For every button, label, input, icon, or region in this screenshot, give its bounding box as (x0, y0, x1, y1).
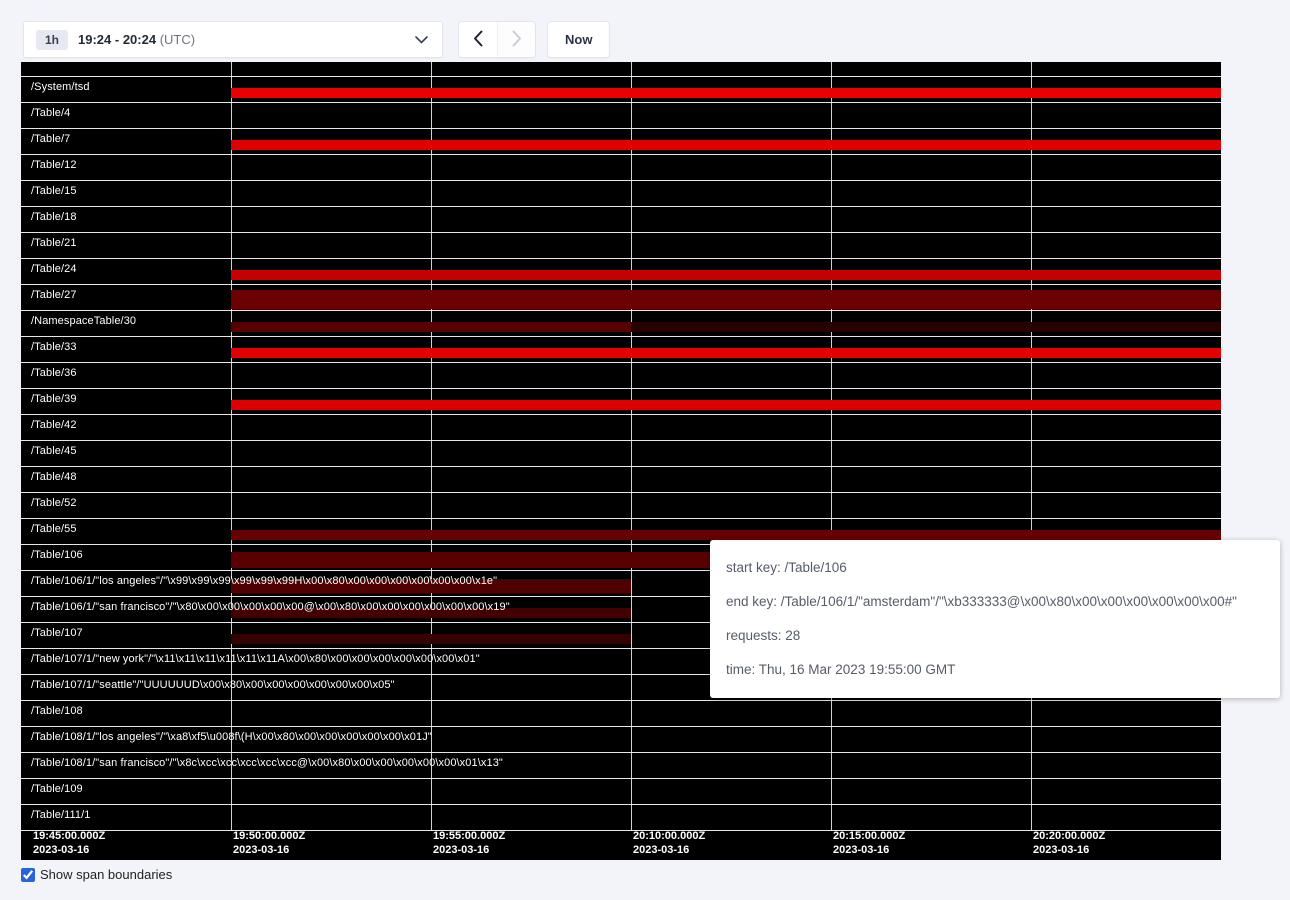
heat-band[interactable] (231, 140, 1221, 150)
chevron-right-icon (512, 30, 522, 50)
span-row[interactable]: /Table/42 (21, 414, 1221, 440)
span-boundary-label: /System/tsd (31, 81, 90, 93)
span-row[interactable]: /Table/45 (21, 440, 1221, 466)
span-boundary-label: /Table/21 (31, 237, 77, 249)
span-boundary-label: /Table/108 (31, 705, 83, 717)
span-boundary-label: /Table/7 (31, 133, 70, 145)
chevron-down-icon (415, 36, 428, 44)
now-button[interactable]: Now (547, 21, 610, 58)
heatmap-canvas[interactable]: /System/tsd/Table/4/Table/7/Table/12/Tab… (21, 62, 1221, 860)
span-row[interactable]: /Table/48 (21, 466, 1221, 492)
span-boundary-label: /Table/109 (31, 783, 83, 795)
heat-band[interactable] (231, 322, 631, 332)
next-time-button[interactable] (497, 22, 535, 57)
span-boundary-label: /Table/107/1/"new york"/"\x11\x11\x11\x1… (31, 653, 480, 665)
span-boundary-label: /Table/106/1/"los angeles"/"\x99\x99\x99… (31, 575, 497, 587)
span-row[interactable]: /Table/52 (21, 492, 1221, 518)
tooltip-start-key: start key: /Table/106 (726, 551, 1264, 585)
show-span-boundaries-control[interactable]: Show span boundaries (21, 867, 172, 882)
span-boundary-label: /Table/18 (31, 211, 77, 223)
timezone-label: (UTC) (160, 32, 195, 47)
tooltip-requests: requests: 28 (726, 619, 1264, 653)
span-row[interactable]: /Table/36 (21, 362, 1221, 388)
span-boundary-label: /Table/4 (31, 107, 70, 119)
span-boundary-label: /Table/106/1/"san francisco"/"\x80\x00\x… (31, 601, 510, 613)
span-row[interactable]: /Table/111/1 (21, 804, 1221, 830)
span-boundary-label: /NamespaceTable/30 (31, 315, 136, 327)
span-row[interactable]: /Table/39 (21, 388, 1221, 414)
span-boundary-label: /Table/36 (31, 367, 77, 379)
heat-band[interactable] (231, 88, 1221, 98)
span-row[interactable]: /System/tsd (21, 76, 1221, 102)
span-row[interactable]: /Table/15 (21, 180, 1221, 206)
span-boundary-label: /Table/107 (31, 627, 83, 639)
show-span-boundaries-label: Show span boundaries (40, 867, 172, 882)
tooltip-time: time: Thu, 16 Mar 2023 19:55:00 GMT (726, 653, 1264, 687)
time-range-label: 19:24 - 20:24 (UTC) (78, 32, 195, 47)
time-range-selector[interactable]: 1h 19:24 - 20:24 (UTC) (23, 21, 443, 58)
span-boundary-label: /Table/106 (31, 549, 83, 561)
time-axis-label: 19:45:00.000Z2023-03-16 (33, 829, 105, 857)
span-row[interactable]: /Table/7 (21, 128, 1221, 154)
span-boundary-label: /Table/33 (31, 341, 77, 353)
span-boundary-label: /Table/12 (31, 159, 77, 171)
span-boundary-label: /Table/24 (31, 263, 77, 275)
heat-band[interactable] (231, 400, 1221, 410)
span-boundary-label: /Table/27 (31, 289, 77, 301)
time-axis-label: 19:55:00.000Z2023-03-16 (433, 829, 505, 857)
time-axis-label: 20:15:00.000Z2023-03-16 (833, 829, 905, 857)
span-boundary-label: /Table/108/1/"san francisco"/"\x8c\xcc\x… (31, 757, 503, 769)
span-boundary-label: /Table/52 (31, 497, 77, 509)
span-boundary-label: /Table/15 (31, 185, 77, 197)
span-row[interactable]: /Table/108 (21, 700, 1221, 726)
heat-band[interactable] (231, 290, 1221, 309)
span-tooltip: start key: /Table/106 end key: /Table/10… (710, 540, 1280, 698)
span-row[interactable]: /NamespaceTable/30 (21, 310, 1221, 336)
span-row[interactable]: /Table/21 (21, 232, 1221, 258)
span-row[interactable]: /Table/24 (21, 258, 1221, 284)
span-boundary-label: /Table/39 (31, 393, 77, 405)
heat-band[interactable] (631, 322, 1221, 332)
time-axis-label: 20:20:00.000Z2023-03-16 (1033, 829, 1105, 857)
span-boundary-label: /Table/55 (31, 523, 77, 535)
span-row[interactable]: /Table/12 (21, 154, 1221, 180)
span-boundary-label: /Table/45 (31, 445, 77, 457)
span-boundary-label: /Table/42 (31, 419, 77, 431)
span-row[interactable]: /Table/33 (21, 336, 1221, 362)
tooltip-end-key: end key: /Table/106/1/"amsterdam"/"\xb33… (726, 585, 1264, 619)
time-axis-label: 20:10:00.000Z2023-03-16 (633, 829, 705, 857)
heat-band[interactable] (231, 530, 1221, 540)
span-boundary-label: /Table/107/1/"seattle"/"UUUUUUD\x00\x80\… (31, 679, 395, 691)
span-boundary-label: /Table/48 (31, 471, 77, 483)
span-row[interactable]: /Table/108/1/"san francisco"/"\x8c\xcc\x… (21, 752, 1221, 778)
span-row[interactable]: /Table/4 (21, 102, 1221, 128)
span-row[interactable]: /Table/109 (21, 778, 1221, 804)
duration-badge: 1h (36, 30, 68, 50)
heat-band[interactable] (231, 634, 631, 644)
toolbar: 1h 19:24 - 20:24 (UTC) Now (23, 21, 610, 58)
heat-band[interactable] (231, 270, 1221, 280)
span-boundary-label: /Table/108/1/"los angeles"/"\xa8\xf5\u00… (31, 731, 432, 743)
show-span-boundaries-checkbox[interactable] (21, 868, 35, 882)
prev-time-button[interactable] (459, 22, 497, 57)
span-row[interactable]: /Table/27 (21, 284, 1221, 310)
span-row[interactable]: /Table/108/1/"los angeles"/"\xa8\xf5\u00… (21, 726, 1221, 752)
chevron-left-icon (473, 30, 483, 50)
time-range-value: 19:24 - 20:24 (78, 32, 156, 47)
span-row[interactable]: /Table/18 (21, 206, 1221, 232)
time-axis-label: 19:50:00.000Z2023-03-16 (233, 829, 305, 857)
time-nav-group (458, 21, 536, 58)
heat-band[interactable] (231, 348, 1221, 358)
span-boundary-label: /Table/111/1 (31, 809, 91, 821)
